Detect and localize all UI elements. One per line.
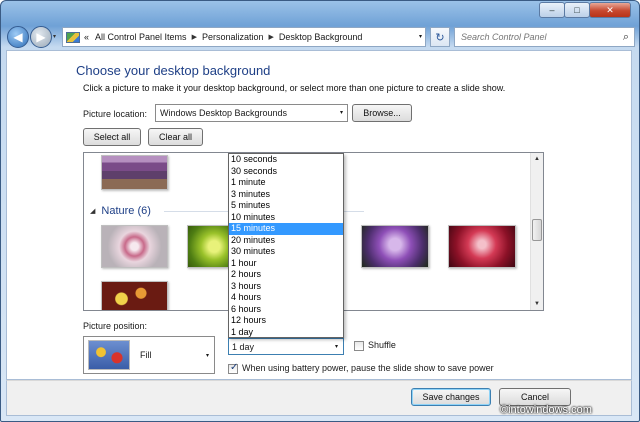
control-panel-icon [66, 31, 80, 43]
collapse-icon[interactable]: ◢ [90, 207, 95, 215]
checkmark-icon: ✓ [230, 362, 239, 373]
picture-position-select[interactable]: Fill ▾ [83, 336, 215, 374]
red-dahlia-thumbnail[interactable] [448, 225, 516, 268]
interval-option[interactable]: 6 hours [229, 304, 343, 316]
interval-option[interactable]: 2 hours [229, 269, 343, 281]
picture-position-label: Picture position: [83, 321, 148, 331]
interval-option[interactable]: 3 hours [229, 281, 343, 293]
close-button[interactable]: ✕ [589, 2, 631, 18]
shuffle-label[interactable]: Shuffle [368, 340, 396, 350]
maximize-button[interactable]: □ [564, 2, 590, 18]
breadcrumb-separator-icon[interactable]: ▶ [269, 33, 274, 41]
forward-arrow-icon: ▶ [36, 30, 46, 44]
chevron-down-icon: ▾ [205, 353, 209, 359]
back-arrow-icon: ◀ [13, 30, 23, 44]
refresh-icon: ↻ [435, 31, 445, 44]
battery-pause-label[interactable]: When using battery power, pause the slid… [242, 363, 494, 373]
breadcrumb-all-control-panel-items[interactable]: All Control Panel Items [95, 32, 187, 42]
slideshow-interval-list[interactable]: 10 seconds 30 seconds 1 minute 3 minutes… [228, 153, 344, 338]
search-box[interactable]: ⌕ [454, 27, 635, 47]
search-icon[interactable]: ⌕ [623, 31, 629, 44]
interval-option-highlighted[interactable]: 15 minutes [229, 223, 343, 235]
watermark: ©intowindows.com [500, 404, 592, 416]
interval-option[interactable]: 1 minute [229, 177, 343, 189]
chevron-down-icon: ▾ [334, 344, 338, 350]
picture-location-value: Windows Desktop Backgrounds [160, 108, 288, 118]
refresh-button[interactable]: ↻ [430, 27, 450, 47]
breadcrumb-overflow[interactable]: « [84, 32, 89, 42]
search-input[interactable] [461, 32, 611, 42]
interval-option[interactable]: 4 hours [229, 292, 343, 304]
interval-option[interactable]: 1 hour [229, 258, 343, 270]
address-dropdown-icon[interactable]: ▾ [419, 33, 422, 40]
autumn-leaves-thumbnail[interactable] [101, 281, 168, 310]
nature-category-label: Nature (6) [101, 205, 151, 217]
clear-all-button[interactable]: Clear all [148, 128, 203, 146]
back-button[interactable]: ◀ [7, 26, 29, 48]
interval-option[interactable]: 10 seconds [229, 154, 343, 166]
navigation-bar: ◀ ▶ ▾ « All Control Panel Items ▶ Person… [7, 25, 635, 49]
breadcrumb-separator-icon[interactable]: ▶ [192, 33, 197, 41]
slideshow-interval-select[interactable]: 1 day ▾ [228, 338, 344, 355]
shuffle-checkbox[interactable] [354, 341, 364, 351]
scroll-down-icon[interactable]: ▼ [531, 298, 543, 310]
gallery-scrollbar[interactable]: ▲ ▼ [530, 153, 543, 310]
page-description: Click a picture to make it your desktop … [83, 83, 506, 93]
recent-pages-dropdown-icon[interactable]: ▾ [53, 33, 56, 40]
breadcrumb-personalization[interactable]: Personalization [202, 32, 264, 42]
picture-location-select[interactable]: Windows Desktop Backgrounds ▾ [155, 104, 348, 122]
interval-option[interactable]: 30 minutes [229, 246, 343, 258]
select-all-button[interactable]: Select all [83, 128, 141, 146]
interval-option[interactable]: 5 minutes [229, 200, 343, 212]
page-title: Choose your desktop background [76, 63, 271, 78]
interval-option[interactable]: 10 minutes [229, 212, 343, 224]
breadcrumb-desktop-background[interactable]: Desktop Background [279, 32, 363, 42]
battery-pause-checkbox[interactable]: ✓ [228, 362, 239, 374]
interval-option[interactable]: 1 day [229, 327, 343, 339]
slideshow-interval-value: 1 day [232, 341, 255, 352]
minimize-button[interactable]: – [539, 2, 565, 18]
browse-button[interactable]: Browse... [352, 104, 412, 122]
thistle-flower-thumbnail[interactable] [361, 225, 429, 268]
scroll-thumb[interactable] [532, 219, 542, 241]
nature-category-header[interactable]: ◢ Nature (6) [90, 205, 151, 217]
picture-location-label: Picture location: [83, 109, 148, 119]
interval-option[interactable]: 30 seconds [229, 166, 343, 178]
scroll-up-icon[interactable]: ▲ [531, 153, 543, 165]
chevron-down-icon: ▾ [339, 110, 343, 116]
address-bar[interactable]: « All Control Panel Items ▶ Personalizat… [62, 27, 426, 47]
window-controls: – □ ✕ [539, 2, 631, 18]
fill-preview-image [88, 340, 130, 370]
interval-option[interactable]: 20 minutes [229, 235, 343, 247]
picture-position-value: Fill [140, 350, 152, 360]
dandelion-thumbnail[interactable] [101, 225, 168, 268]
lavender-field-thumbnail[interactable] [101, 155, 168, 190]
interval-option[interactable]: 12 hours [229, 315, 343, 327]
save-changes-button[interactable]: Save changes [411, 388, 491, 406]
forward-button[interactable]: ▶ [30, 26, 52, 48]
interval-option[interactable]: 3 minutes [229, 189, 343, 201]
